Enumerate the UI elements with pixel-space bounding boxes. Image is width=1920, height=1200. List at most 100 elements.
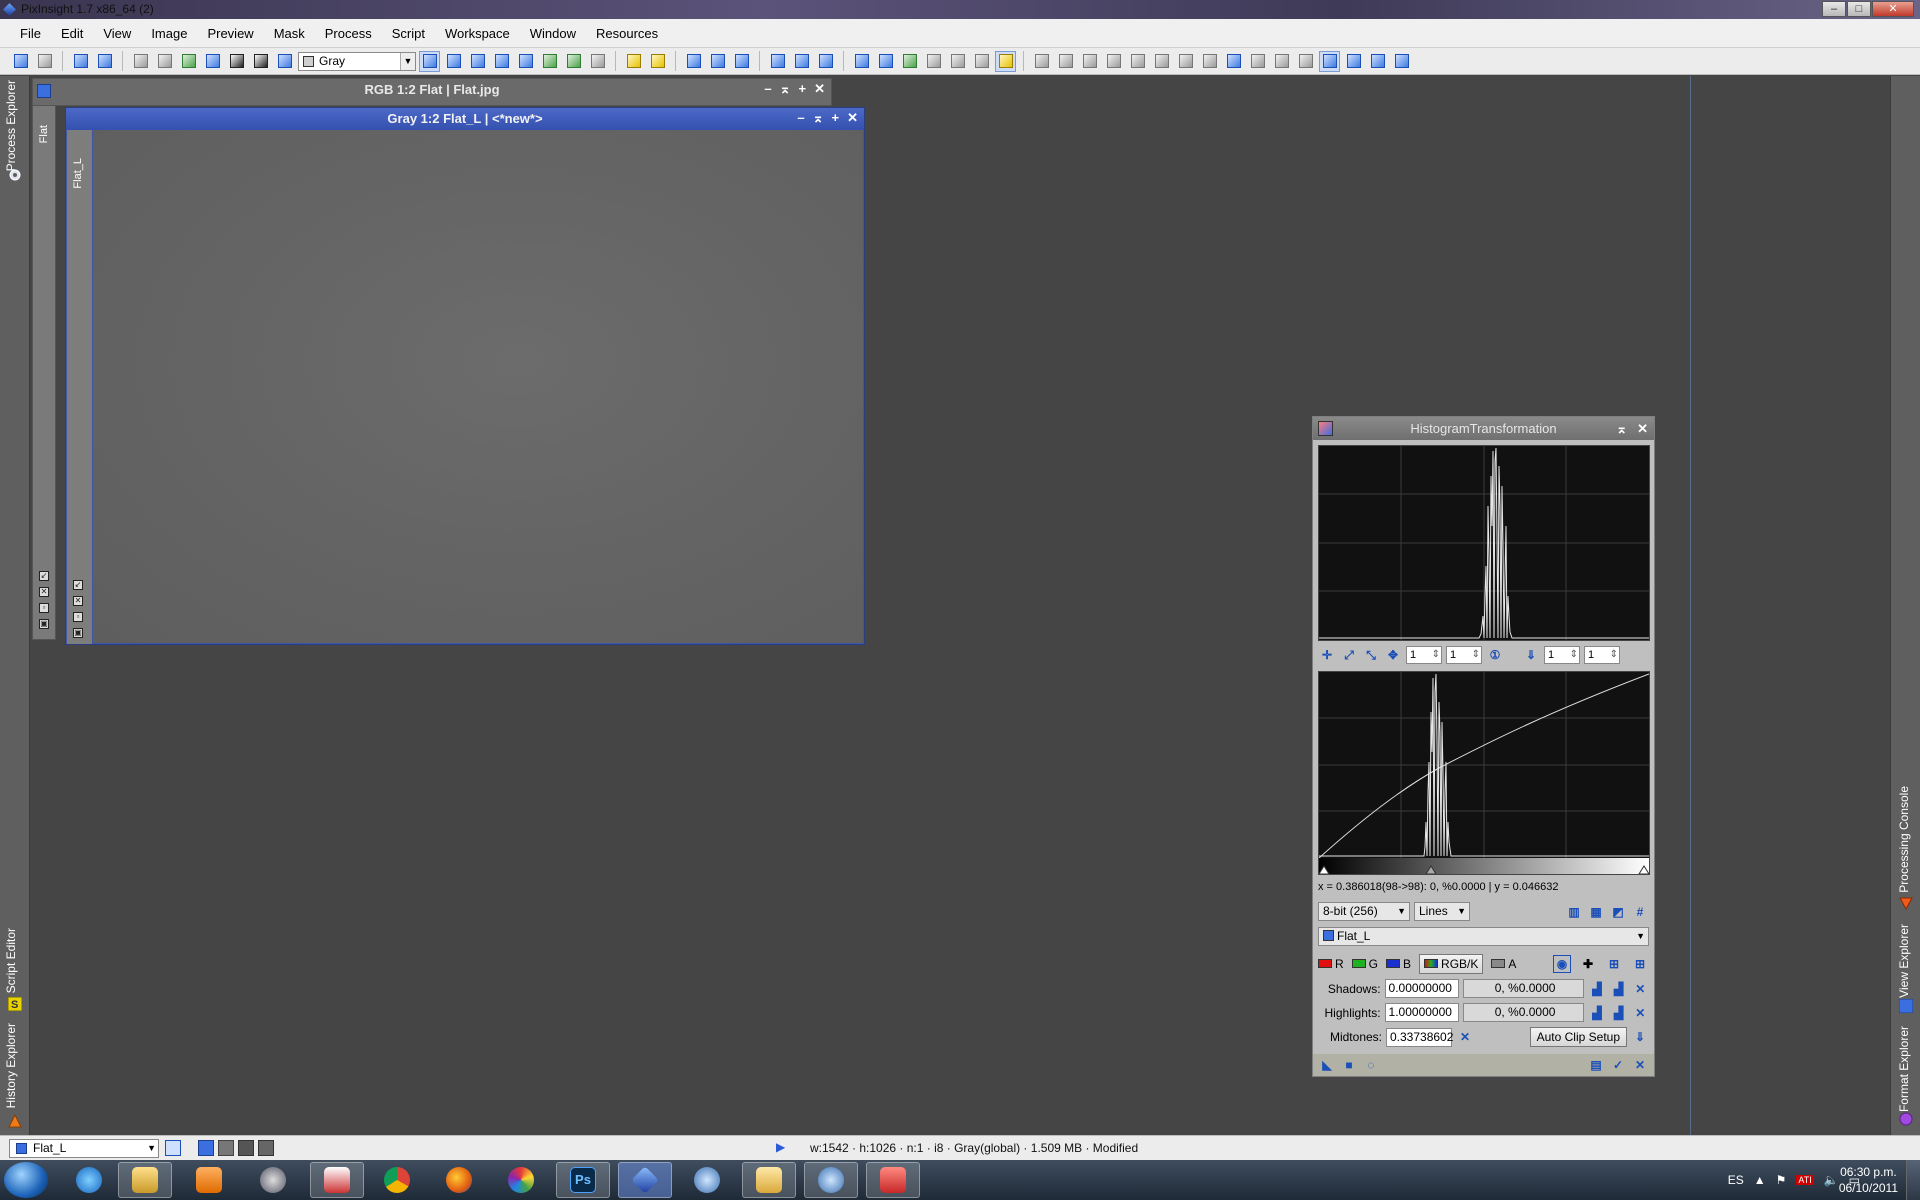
taskbar-firefox[interactable]	[432, 1162, 486, 1198]
menu-window[interactable]: Window	[520, 26, 586, 41]
mask-select-icon[interactable]	[178, 51, 199, 72]
format-3-icon[interactable]	[1295, 51, 1316, 72]
icons-3-icon[interactable]	[1151, 51, 1172, 72]
script-2-icon[interactable]	[1199, 51, 1220, 72]
auto-clip-shadows-icon[interactable]: ▟	[1588, 980, 1606, 998]
output-histogram-plot[interactable]	[1318, 671, 1650, 875]
view-select[interactable]: Flat_L ▼	[1318, 927, 1649, 946]
mask-enable-icon[interactable]	[154, 51, 175, 72]
menu-workspace[interactable]: Workspace	[435, 26, 520, 41]
shadows-input[interactable]: 0.00000000	[1384, 979, 1459, 998]
workspace-icon[interactable]	[851, 51, 872, 72]
reset-icon[interactable]: ✕	[1631, 1056, 1649, 1074]
fit-icon[interactable]: ✕	[39, 587, 49, 597]
maximize-icon[interactable]: +	[799, 81, 807, 97]
start-button[interactable]	[4, 1162, 48, 1198]
view-list-icon[interactable]	[1223, 51, 1244, 72]
taskbar-app-5[interactable]	[310, 1162, 364, 1198]
pan-mode-icon[interactable]	[419, 50, 440, 72]
channel-a[interactable]: A	[1491, 957, 1516, 971]
channel-r[interactable]: R	[1318, 957, 1344, 971]
panel-title-bar[interactable]: HistogramTransformation ⌅ ✕	[1313, 417, 1654, 440]
show-output-icon[interactable]: ▦	[1587, 903, 1605, 921]
zoom-out-mode-icon[interactable]	[467, 51, 488, 72]
menu-file[interactable]: File	[10, 26, 51, 41]
minimize-icon[interactable]: –	[797, 110, 804, 126]
edit-preview-icon[interactable]	[563, 51, 584, 72]
maximize-icon[interactable]: +	[832, 110, 840, 126]
taskbar-media[interactable]	[182, 1162, 236, 1198]
preview-icon[interactable]: ↙	[39, 571, 49, 581]
identifier-icon[interactable]	[70, 51, 91, 72]
apply-icon[interactable]: ■	[1340, 1056, 1358, 1074]
fit-icon[interactable]: ✕	[73, 596, 83, 606]
history-icon[interactable]	[1079, 51, 1100, 72]
zoom-window-icon[interactable]	[731, 51, 752, 72]
close-button[interactable]: ✕	[1872, 1, 1914, 17]
cascade-icon[interactable]	[767, 51, 788, 72]
show-curve-icon[interactable]: ◩	[1609, 903, 1627, 921]
process-2-icon[interactable]	[1055, 51, 1076, 72]
reset-highlights-icon[interactable]: ✕	[1631, 1004, 1649, 1022]
colorspace-select[interactable]: Gray ▼	[298, 51, 416, 71]
zoom-in-icon[interactable]	[623, 51, 644, 72]
fit-mode-icon[interactable]	[515, 51, 536, 72]
volume-icon[interactable]: 🔈	[1824, 1173, 1839, 1187]
highlights-input[interactable]: 1.00000000	[1384, 1003, 1459, 1022]
real-time-preview-icon[interactable]: ◌	[1362, 1056, 1380, 1074]
tray-chevron-icon[interactable]: ▲	[1754, 1173, 1766, 1187]
auto-clip-highlights-2-icon[interactable]: ▟	[1610, 1004, 1628, 1022]
image-canvas[interactable]	[93, 130, 863, 643]
down-arrows-icon[interactable]: ⇓	[1522, 646, 1540, 664]
browse-docs-icon[interactable]: ▤	[1587, 1056, 1605, 1074]
maximize-button[interactable]: □	[1847, 1, 1871, 17]
menu-preview[interactable]: Preview	[197, 26, 263, 41]
readout-mode-icon[interactable]	[491, 51, 512, 72]
apply-global-icon[interactable]: ✓	[1609, 1056, 1627, 1074]
track-view-icon[interactable]: ◉	[1553, 955, 1571, 973]
taskbar-chrome[interactable]	[370, 1162, 424, 1198]
show-desktop-button[interactable]	[1906, 1160, 1920, 1200]
menu-script[interactable]: Script	[382, 26, 435, 41]
taskbar-picasa[interactable]	[494, 1162, 548, 1198]
channel-rgbk[interactable]: RGB/K	[1419, 954, 1484, 974]
proof-icon[interactable]	[1343, 51, 1364, 72]
color-manage-icon[interactable]	[1319, 50, 1340, 72]
shade-icon[interactable]: ⌅	[813, 110, 824, 126]
undo-icon[interactable]	[10, 51, 31, 72]
global-rgb-icon[interactable]	[1391, 51, 1412, 72]
reset-shadows-icon[interactable]: ✕	[1631, 980, 1649, 998]
plus-icon[interactable]: ✚	[1579, 955, 1597, 973]
flag-icon[interactable]: ⚑	[1776, 1173, 1787, 1187]
new-image-icon[interactable]	[899, 51, 920, 72]
auto-clip-highlights-icon[interactable]: ▟	[1588, 1004, 1606, 1022]
close-icon[interactable]: ✕	[847, 110, 858, 126]
mask-invert-icon[interactable]	[202, 51, 223, 72]
explorer-icon[interactable]	[995, 50, 1016, 72]
taskbar-pixinsight[interactable]	[618, 1162, 672, 1198]
mode-2-icon[interactable]	[218, 1140, 234, 1156]
close-icon[interactable]: ✕	[1637, 417, 1648, 440]
close-all-icon[interactable]	[971, 51, 992, 72]
gamut-check-icon[interactable]	[1367, 51, 1388, 72]
minimize-button[interactable]: –	[1822, 1, 1846, 17]
mask-color-icon[interactable]	[226, 51, 247, 72]
vertical-scroll-spinner[interactable]: 1	[1584, 646, 1620, 664]
taskbar-app-13[interactable]	[804, 1162, 858, 1198]
icons-icon[interactable]	[1103, 51, 1124, 72]
tab-process-explorer[interactable]: Process Explorer	[4, 80, 18, 171]
zoom-out-icon[interactable]	[647, 51, 668, 72]
auto-clip-down-icon[interactable]: ⇓	[1631, 1028, 1649, 1046]
back-window-side-label[interactable]: Flat	[38, 125, 50, 143]
zoom-fit-icon[interactable]	[707, 51, 728, 72]
taskbar-app-4[interactable]	[246, 1162, 300, 1198]
tab-format-explorer[interactable]: Format Explorer	[1897, 1026, 1911, 1112]
show-input-icon[interactable]: ▥	[1565, 903, 1583, 921]
horizontal-zoom-spinner[interactable]: 1	[1406, 646, 1442, 664]
new-instance-icon[interactable]: ◣	[1318, 1056, 1336, 1074]
auto-clip-setup-button[interactable]: Auto Clip Setup	[1529, 1027, 1627, 1047]
zoom-in-icon[interactable]: ⤢	[1340, 646, 1358, 664]
image-window-flat[interactable]: RGB 1:2 Flat | Flat.jpg – ⌅ + ✕	[32, 78, 832, 106]
tab-view-explorer[interactable]: View Explorer	[1897, 924, 1911, 998]
scroll-icon[interactable]: ✥	[1384, 646, 1402, 664]
